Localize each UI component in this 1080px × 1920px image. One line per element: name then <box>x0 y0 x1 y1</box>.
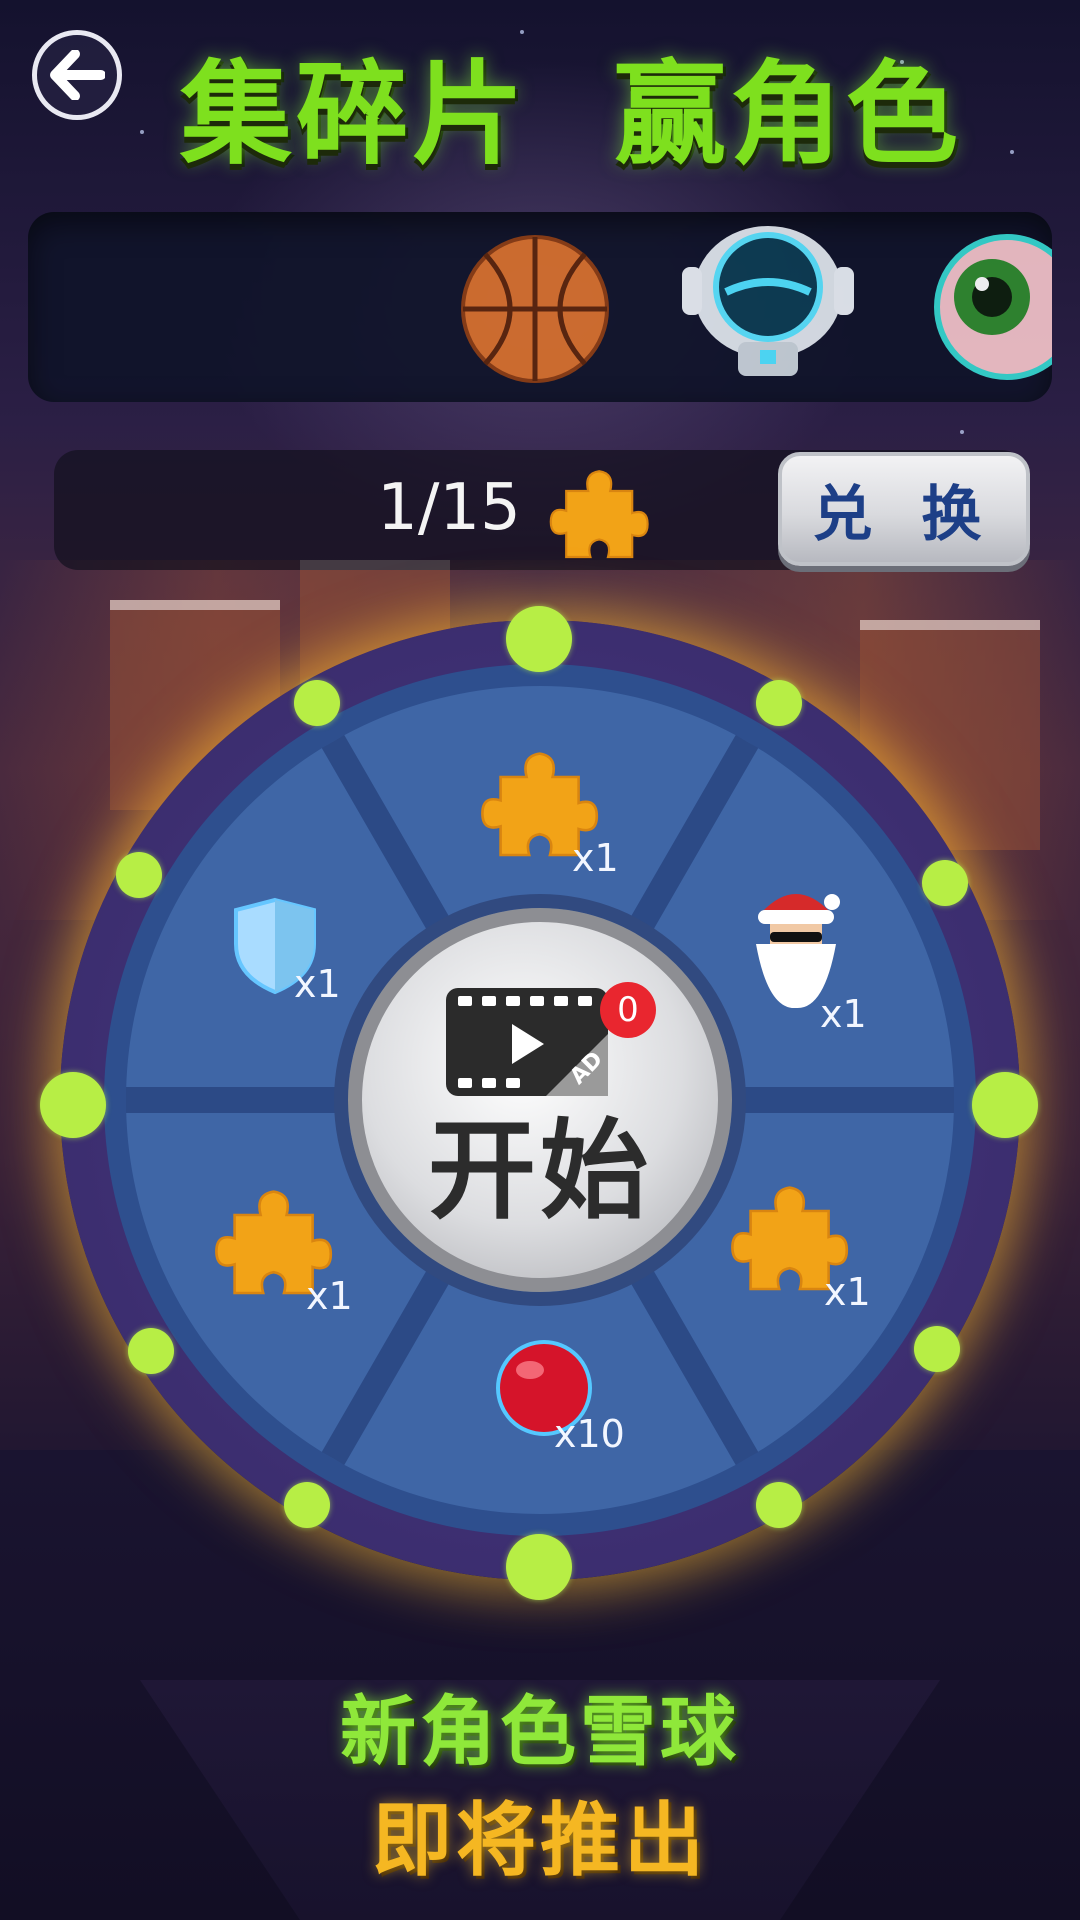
prize-quantity: x1 <box>572 836 619 880</box>
prize-quantity: x1 <box>294 962 341 1006</box>
prize-quantity: x1 <box>820 992 867 1036</box>
prize-quantity: x1 <box>824 1270 871 1314</box>
start-label: 开始 <box>427 1109 652 1234</box>
robot-character-icon[interactable] <box>678 222 858 396</box>
rim-light <box>922 860 968 906</box>
star <box>960 430 964 434</box>
ad-count-badge: 0 <box>600 982 656 1038</box>
page-title: 集碎片 赢角色 <box>180 50 962 180</box>
prize-wheel: x1 x1 x1 x10 x1 x1 AD 0 开始 <box>40 606 1038 1600</box>
arrow-left-icon <box>50 50 105 100</box>
star <box>520 30 524 34</box>
rim-light <box>972 1072 1038 1138</box>
star <box>140 130 144 134</box>
start-button[interactable]: AD 0 开始 <box>348 908 732 1292</box>
exchange-button[interactable]: 兑 换 <box>778 452 1030 566</box>
rim-light <box>914 1326 960 1372</box>
puzzle-piece-icon <box>542 458 652 572</box>
announcement-line2: 即将推出 <box>372 1794 708 1887</box>
rim-light <box>128 1328 174 1374</box>
video-ad-icon: AD <box>446 988 608 1100</box>
fragment-count: 1/15 <box>377 471 521 545</box>
announcement-line1: 新角色雪球 <box>340 1687 740 1776</box>
eyeball-character-icon[interactable] <box>932 232 1052 386</box>
rim-light <box>284 1482 330 1528</box>
basketball-character-icon[interactable] <box>460 234 610 388</box>
rim-light <box>116 852 162 898</box>
character-carousel[interactable] <box>28 212 1052 402</box>
rim-light <box>506 1534 572 1600</box>
rim-light <box>756 680 802 726</box>
back-button[interactable] <box>32 30 122 120</box>
star <box>1010 150 1014 154</box>
rim-light <box>40 1072 106 1138</box>
prize-quantity: x10 <box>554 1412 625 1456</box>
rim-light <box>294 680 340 726</box>
rim-light <box>756 1482 802 1528</box>
rim-light <box>506 606 572 672</box>
prize-quantity: x1 <box>306 1274 353 1318</box>
